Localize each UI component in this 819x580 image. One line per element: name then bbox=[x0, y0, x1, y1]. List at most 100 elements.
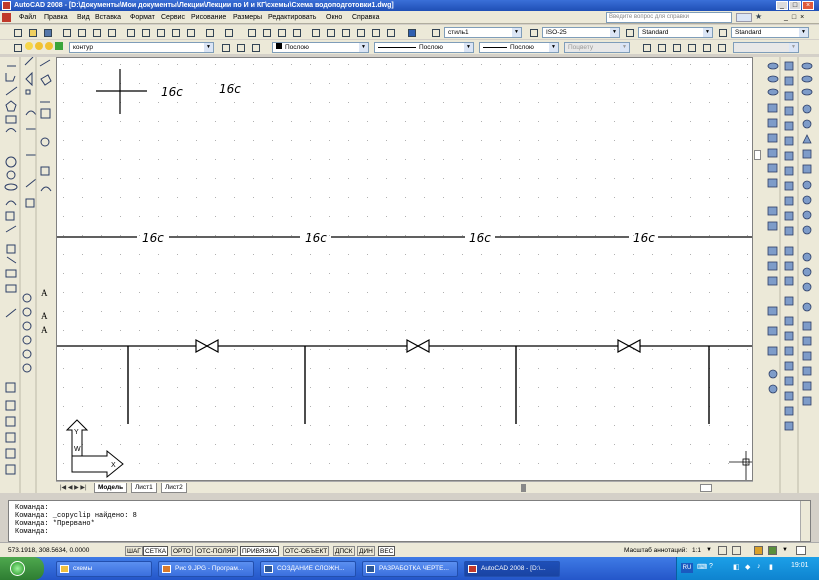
help-tray-icon[interactable]: ? bbox=[709, 563, 717, 573]
block-editor-icon[interactable] bbox=[184, 26, 196, 38]
right-tool-icons[interactable] bbox=[762, 57, 819, 493]
layout-icon[interactable] bbox=[715, 41, 727, 53]
make-current-layer-icon[interactable] bbox=[219, 41, 231, 53]
command-input[interactable]: Команда: bbox=[15, 528, 804, 536]
taskbar-item-word-2[interactable]: РАЗРАБОТКА ЧЕРТЕ... bbox=[362, 561, 458, 577]
language-indicator[interactable]: RU bbox=[681, 563, 693, 573]
workspace-icon[interactable] bbox=[640, 41, 652, 53]
layer-previous-icon[interactable] bbox=[234, 41, 246, 53]
cad-drawing[interactable]: 16с 16с 16с 16с 16с 16с Y W X bbox=[57, 58, 753, 481]
clean-screen-icon[interactable] bbox=[796, 546, 806, 555]
mleader-style-icon[interactable] bbox=[716, 26, 728, 38]
menu-format[interactable]: Формат bbox=[128, 13, 157, 22]
tab-sheet1[interactable]: Лист1 bbox=[131, 483, 157, 493]
save-icon[interactable] bbox=[41, 26, 53, 38]
layer-select[interactable]: контур ▼ bbox=[69, 42, 214, 53]
start-button[interactable] bbox=[0, 557, 44, 580]
color-select[interactable]: Послою ▼ bbox=[272, 42, 369, 53]
table-style-select[interactable]: Standard ▼ bbox=[638, 27, 713, 38]
power-icon[interactable]: ▮ bbox=[769, 563, 777, 573]
toggle-lineweight[interactable]: ВЕС bbox=[378, 546, 396, 556]
copy-icon[interactable] bbox=[139, 26, 151, 38]
viewport-icon[interactable] bbox=[655, 41, 667, 53]
menu-view[interactable]: Вид bbox=[75, 13, 92, 22]
table-style-icon[interactable] bbox=[623, 26, 635, 38]
redo-icon[interactable] bbox=[222, 26, 234, 38]
toggle-grid[interactable]: СЕТКА bbox=[143, 546, 169, 556]
horizontal-scroll-thumb[interactable] bbox=[700, 484, 712, 492]
document-icon[interactable] bbox=[2, 13, 11, 22]
keyboard-icon[interactable]: ⌨ bbox=[697, 563, 707, 573]
chevron-down-icon[interactable]: ▼ bbox=[782, 547, 788, 553]
color-swatch-icon[interactable] bbox=[54, 42, 63, 50]
scroll-thumb[interactable] bbox=[754, 150, 761, 160]
menu-edit[interactable]: Правка bbox=[42, 13, 70, 22]
layer-state-icon[interactable] bbox=[249, 41, 261, 53]
autocad-app-icon[interactable] bbox=[2, 1, 11, 10]
text-style-icon[interactable] bbox=[429, 26, 441, 38]
light-bulb-icon[interactable] bbox=[25, 42, 33, 50]
layout-icon[interactable] bbox=[700, 41, 712, 53]
publish-icon[interactable] bbox=[90, 26, 102, 38]
markup-icon[interactable] bbox=[369, 26, 381, 38]
new-icon[interactable] bbox=[11, 26, 23, 38]
menu-modify[interactable]: Редактировать bbox=[266, 13, 318, 22]
auto-scale-icon[interactable] bbox=[732, 546, 741, 555]
tab-sheet2[interactable]: Лист2 bbox=[161, 483, 187, 493]
help-search-input[interactable]: Введите вопрос для справки bbox=[606, 12, 732, 23]
layer-state-icons[interactable] bbox=[25, 42, 69, 52]
network-icon[interactable]: ◧ bbox=[733, 563, 741, 573]
text-style-select[interactable]: стиль1 ▼ bbox=[444, 27, 522, 38]
coordinates-readout[interactable]: 573.1918, 308.5634, 0.0000 bbox=[8, 547, 89, 554]
zoom-previous-icon[interactable] bbox=[290, 26, 302, 38]
lineweight-select[interactable]: Послою ▼ bbox=[479, 42, 559, 53]
taskbar-item-autocad[interactable]: AutoCAD 2008 - [D:\... bbox=[464, 561, 560, 577]
menu-tools[interactable]: Сервис bbox=[159, 13, 187, 22]
toggle-osnap[interactable]: ПРИВЯЗКА bbox=[240, 546, 279, 556]
document-window-controls[interactable]: _□× bbox=[784, 13, 817, 22]
match-properties-icon[interactable] bbox=[169, 26, 181, 38]
paste-icon[interactable] bbox=[154, 26, 166, 38]
star-icon[interactable]: ★ bbox=[755, 13, 764, 22]
taskbar-item-paint[interactable]: Рис 9.JPG - Програм... bbox=[158, 561, 254, 577]
undo-icon[interactable] bbox=[203, 26, 215, 38]
annotation-visibility-icon[interactable] bbox=[718, 546, 727, 555]
calculator-icon[interactable] bbox=[384, 26, 396, 38]
design-center-icon[interactable] bbox=[324, 26, 336, 38]
dim-style-select[interactable]: ISO-25 ▼ bbox=[542, 27, 620, 38]
dim-style-icon[interactable] bbox=[527, 26, 539, 38]
zoom-realtime-icon[interactable] bbox=[260, 26, 272, 38]
toggle-dyn[interactable]: ДИН bbox=[357, 546, 375, 556]
sun-icon[interactable] bbox=[44, 42, 53, 50]
left-tool-icons[interactable]: A A A bbox=[0, 56, 56, 493]
tray-settings-icon[interactable] bbox=[768, 546, 777, 555]
properties-icon[interactable] bbox=[309, 26, 321, 38]
zoom-window-icon[interactable] bbox=[275, 26, 287, 38]
tab-navigation-arrows[interactable]: |◀ ◀ ▶ ▶| bbox=[60, 483, 87, 493]
pan-icon[interactable] bbox=[245, 26, 257, 38]
toggle-otrack[interactable]: ОТС-ОБЪЕКТ bbox=[283, 546, 330, 556]
open-icon[interactable] bbox=[26, 26, 38, 38]
chevron-down-icon[interactable]: ▼ bbox=[706, 547, 712, 553]
toggle-ortho[interactable]: ОРТО bbox=[171, 546, 193, 556]
tab-splitter[interactable] bbox=[521, 484, 526, 492]
close-button[interactable]: × bbox=[802, 1, 814, 10]
mleader-style-select[interactable]: Standard ▼ bbox=[731, 27, 809, 38]
command-window[interactable]: Команда: Команда: _copyclip найдено: 8 К… bbox=[8, 500, 811, 542]
model-space-canvas[interactable]: 16с 16с 16с 16с 16с 16с Y W X bbox=[56, 57, 753, 481]
annotation-scale-value[interactable]: 1:1 bbox=[692, 547, 701, 554]
antivirus-icon[interactable]: ◆ bbox=[745, 563, 753, 573]
toggle-snap[interactable]: ШАГ bbox=[125, 546, 143, 556]
cut-icon[interactable] bbox=[124, 26, 136, 38]
tool-palettes-icon[interactable] bbox=[339, 26, 351, 38]
layout-icon[interactable] bbox=[685, 41, 697, 53]
menu-help[interactable]: Справка bbox=[350, 13, 381, 22]
tab-model[interactable]: Модель bbox=[94, 483, 128, 493]
menu-draw[interactable]: Рисование bbox=[189, 13, 228, 22]
toggle-polar[interactable]: ОТС-ПОЛЯР bbox=[195, 546, 238, 556]
layout-icon[interactable] bbox=[670, 41, 682, 53]
minimize-button[interactable]: _ bbox=[776, 1, 788, 10]
taskbar-item-word-1[interactable]: СОЗДАНИЕ СЛОЖН... bbox=[260, 561, 356, 577]
volume-icon[interactable]: ♪ bbox=[757, 563, 765, 573]
menu-insert[interactable]: Вставка bbox=[93, 13, 123, 22]
